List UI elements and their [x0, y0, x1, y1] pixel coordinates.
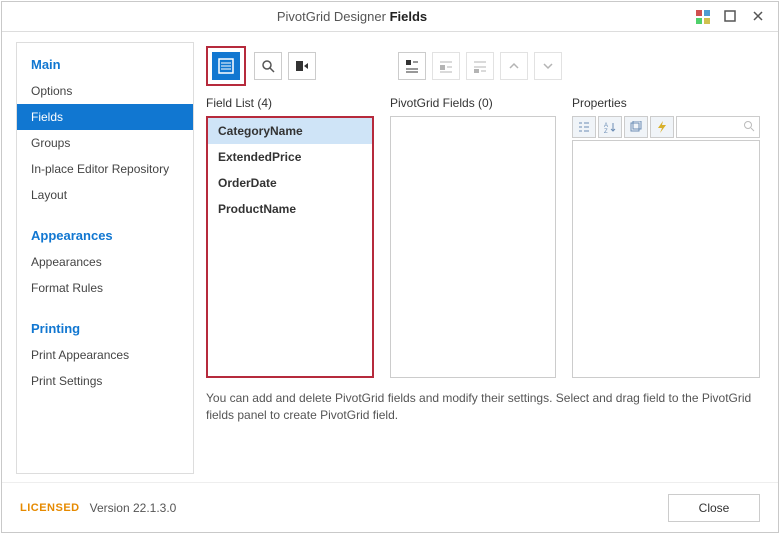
sidebar-item-formatrules[interactable]: Format Rules [17, 275, 193, 301]
prop-alphabetical-button[interactable]: AZ [598, 116, 622, 138]
highlight-fieldlist-button [206, 46, 246, 86]
show-fieldlist-button[interactable] [212, 52, 240, 80]
footer: LICENSED Version 22.1.3.0 Close [2, 482, 778, 532]
pivotgrid-fields-label: PivotGrid Fields (0) [390, 96, 556, 116]
move-up-button[interactable] [500, 52, 528, 80]
titlebar: PivotGrid Designer Fields [2, 2, 778, 32]
window: PivotGrid Designer Fields Main Options F… [1, 1, 779, 533]
version-label: Version 22.1.3.0 [90, 501, 177, 515]
pivotgrid-fields-panel: PivotGrid Fields (0) [390, 96, 556, 378]
sidebar-item-fields[interactable]: Fields [17, 104, 193, 130]
area-column-button[interactable] [466, 52, 494, 80]
properties-label: Properties [572, 96, 760, 116]
sidebar-item-options[interactable]: Options [17, 78, 193, 104]
toolbar [206, 42, 764, 90]
search-button[interactable] [254, 52, 282, 80]
field-list[interactable]: CategoryName ExtendedPrice OrderDate Pro… [206, 116, 374, 378]
appearance-icon[interactable] [696, 10, 710, 24]
field-list-panel: Field List (4) CategoryName ExtendedPric… [206, 96, 374, 378]
properties-search[interactable] [676, 116, 760, 138]
area-data-button[interactable] [398, 52, 426, 80]
close-icon[interactable] [752, 10, 766, 24]
properties-panel: Properties AZ [572, 96, 760, 378]
sidebar-item-groups[interactable]: Groups [17, 130, 193, 156]
window-title: PivotGrid Designer Fields [8, 9, 696, 24]
sidebar-item-appearances[interactable]: Appearances [17, 249, 193, 275]
field-categoryname[interactable]: CategoryName [208, 118, 372, 144]
sidebar-item-repository[interactable]: In-place Editor Repository [17, 156, 193, 182]
prop-categorized-button[interactable] [572, 116, 596, 138]
section-printing: Printing [17, 315, 193, 342]
svg-text:Z: Z [604, 129, 608, 133]
main-area: Field List (4) CategoryName ExtendedPric… [206, 42, 764, 474]
search-icon [743, 120, 755, 132]
pivotgrid-fields-list[interactable] [390, 116, 556, 378]
section-main: Main [17, 51, 193, 78]
area-row-button[interactable] [432, 52, 460, 80]
sidebar: Main Options Fields Groups In-place Edit… [16, 42, 194, 474]
hint-text: You can add and delete PivotGrid fields … [206, 390, 764, 424]
field-productname[interactable]: ProductName [208, 196, 372, 222]
sidebar-item-printapp[interactable]: Print Appearances [17, 342, 193, 368]
properties-grid[interactable] [572, 140, 760, 378]
add-field-button[interactable] [288, 52, 316, 80]
field-extendedprice[interactable]: ExtendedPrice [208, 144, 372, 170]
licensed-badge: LICENSED [20, 502, 80, 514]
prop-events-button[interactable] [650, 116, 674, 138]
move-down-button[interactable] [534, 52, 562, 80]
prop-pages-button[interactable] [624, 116, 648, 138]
sidebar-item-layout[interactable]: Layout [17, 182, 193, 208]
section-appearances: Appearances [17, 222, 193, 249]
field-orderdate[interactable]: OrderDate [208, 170, 372, 196]
close-button[interactable]: Close [668, 494, 760, 522]
field-list-label: Field List (4) [206, 96, 374, 116]
maximize-icon[interactable] [724, 10, 738, 24]
sidebar-item-printset[interactable]: Print Settings [17, 368, 193, 394]
